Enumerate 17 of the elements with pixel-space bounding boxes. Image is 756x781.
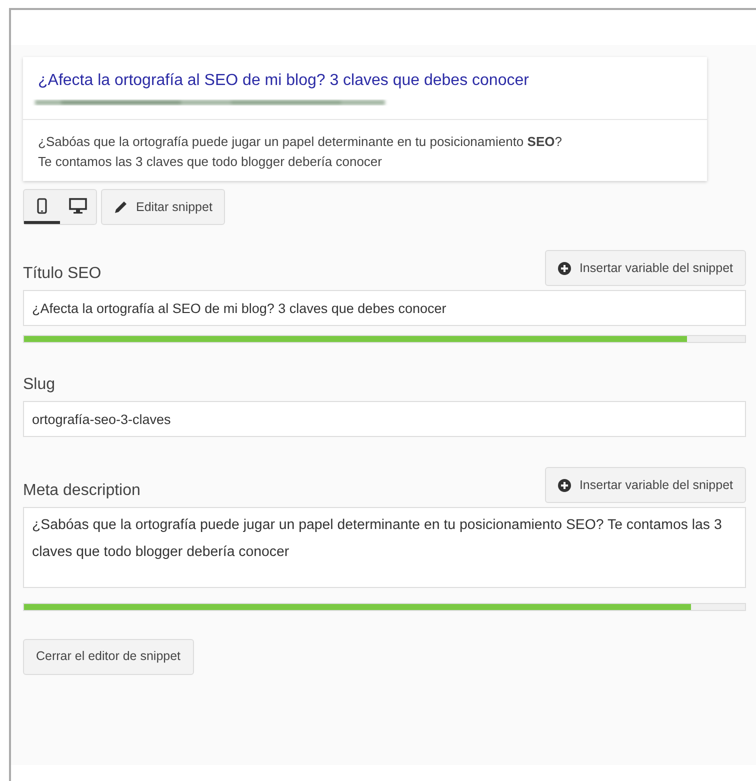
plus-circle-icon — [558, 478, 572, 492]
pencil-icon — [114, 200, 128, 214]
text-area[interactable]: ¿Sabóas que la ortografía puede jugar un papel determinante en tu posicionamiento SEO? Te contamos las 3 claves que todo blogger debería conocer — [23, 507, 746, 588]
field-label: Slug — [23, 375, 56, 395]
result-description: ¿Sabóas que la ortografía puede jugar un papel determinante en tu posicionamiento SEO? Te contamos las 3 claves que todo blogger debería conocer — [23, 119, 707, 181]
input-field[interactable]: ortografía-seo-3-claves — [23, 401, 746, 437]
input-field[interactable]: ¿Afecta la ortografía al SEO de mi blog? 3 claves que debes conocer — [23, 290, 746, 326]
field-label: Meta description — [23, 481, 140, 501]
plus-circle-icon — [558, 262, 572, 274]
result-title-link[interactable]: ¿Afecta la ortografía al SEO de mi blog? 3 claves que debes conocer — [23, 57, 544, 95]
edit-snippet-button[interactable]: Editar snippet — [101, 189, 226, 225]
mobile-phone-icon — [37, 198, 47, 214]
field-label: Título SEO — [23, 264, 102, 284]
insert-variable-button[interactable]: Insertar variable del snippet — [545, 467, 746, 503]
close-editor-button[interactable]: Cerrar el editor de snippet — [23, 638, 194, 674]
insert-variable-button[interactable]: Insertar variable del snippet — [545, 250, 746, 286]
desktop-monitor-icon — [69, 198, 87, 214]
